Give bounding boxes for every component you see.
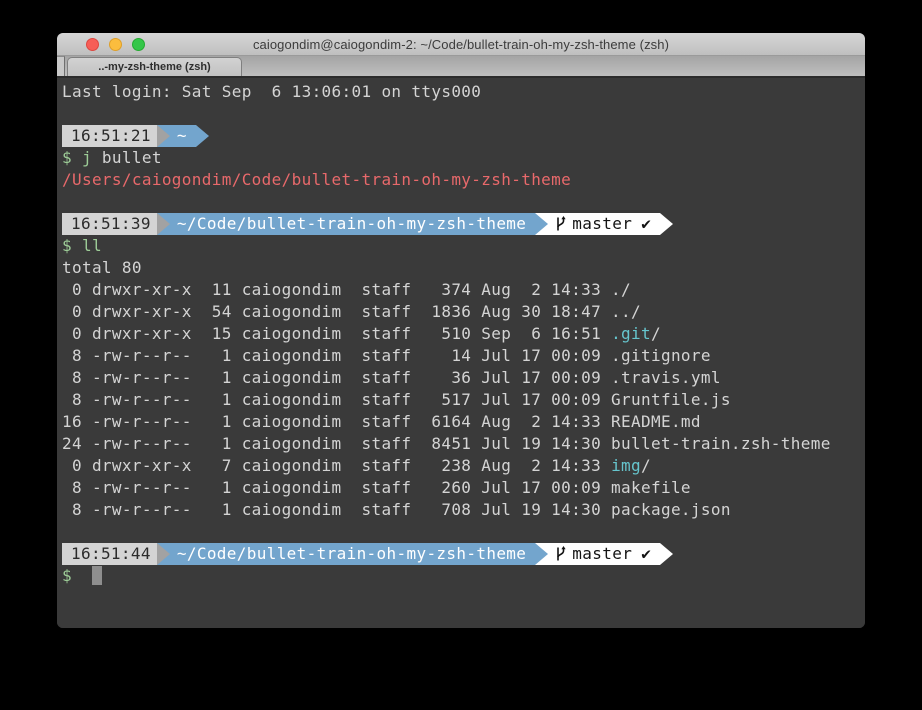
- terminal-text: ll: [82, 236, 102, 255]
- prompt-line: 16:51:44 ~/Code/bullet-train-oh-my-zsh-th…: [62, 543, 865, 565]
- prompt-time-segment: 16:51:21: [62, 125, 157, 147]
- tab-bar: ..-my-zsh-theme (zsh): [57, 56, 865, 78]
- powerline-separator-icon: [660, 213, 673, 235]
- terminal-line: [62, 191, 865, 213]
- zoom-button[interactable]: [132, 38, 145, 51]
- terminal-line: $ ll: [62, 235, 865, 257]
- terminal-text: 8 -rw-r--r-- 1 caiogondim staff 36 Jul 1…: [62, 368, 721, 387]
- prompt-line: 16:51:39 ~/Code/bullet-train-oh-my-zsh-th…: [62, 213, 865, 235]
- prompt-path-segment: ~: [170, 125, 196, 147]
- terminal-line: [62, 103, 865, 125]
- git-clean-check-icon: ✔: [641, 543, 651, 565]
- terminal-text: j: [82, 148, 92, 167]
- terminal-line: Last login: Sat Sep 6 13:06:01 on ttys00…: [62, 81, 865, 103]
- powerline-separator-icon: [535, 213, 548, 235]
- terminal-text: $: [62, 236, 72, 255]
- terminal-line: 8 -rw-r--r-- 1 caiogondim staff 260 Jul …: [62, 477, 865, 499]
- terminal-screen[interactable]: Last login: Sat Sep 6 13:06:01 on ttys00…: [57, 78, 865, 628]
- window-title: caiogondim@caiogondim-2: ~/Code/bullet-t…: [253, 37, 669, 52]
- terminal-text: 8 -rw-r--r-- 1 caiogondim staff 260 Jul …: [62, 478, 691, 497]
- terminal-line: 0 drwxr-xr-x 54 caiogondim staff 1836 Au…: [62, 301, 865, 323]
- terminal-text: Last login: Sat Sep 6 13:06:01 on ttys00…: [62, 82, 481, 101]
- terminal-text: 0 drwxr-xr-x 11 caiogondim staff 374 Aug…: [62, 280, 631, 299]
- terminal-line: 24 -rw-r--r-- 1 caiogondim staff 8451 Ju…: [62, 433, 865, 455]
- prompt-git-segment: master ✔: [548, 543, 660, 565]
- terminal-window: caiogondim@caiogondim-2: ~/Code/bullet-t…: [57, 33, 865, 628]
- terminal-line: 8 -rw-r--r-- 1 caiogondim staff 708 Jul …: [62, 499, 865, 521]
- terminal-line: 8 -rw-r--r-- 1 caiogondim staff 14 Jul 1…: [62, 345, 865, 367]
- terminal-text: 16 -rw-r--r-- 1 caiogondim staff 6164 Au…: [62, 412, 701, 431]
- terminal-line: 16 -rw-r--r-- 1 caiogondim staff 6164 Au…: [62, 411, 865, 433]
- terminal-text: /: [641, 456, 651, 475]
- tab-terminal[interactable]: ..-my-zsh-theme (zsh): [67, 57, 242, 76]
- git-branch-icon: [555, 546, 566, 562]
- terminal-text: $: [62, 148, 72, 167]
- close-button[interactable]: [86, 38, 99, 51]
- prompt-path-segment: ~/Code/bullet-train-oh-my-zsh-theme: [170, 213, 535, 235]
- terminal-line: [62, 521, 865, 543]
- terminal-text: 0 drwxr-xr-x 7 caiogondim staff 238 Aug …: [62, 456, 611, 475]
- prompt-time-segment: 16:51:39: [62, 213, 157, 235]
- powerline-separator-icon: [157, 125, 170, 147]
- terminal-line: 0 drwxr-xr-x 7 caiogondim staff 238 Aug …: [62, 455, 865, 477]
- terminal-line: 0 drwxr-xr-x 15 caiogondim staff 510 Sep…: [62, 323, 865, 345]
- prompt-time-segment: 16:51:44: [62, 543, 157, 565]
- terminal-text: $: [62, 566, 72, 585]
- terminal-text: 8 -rw-r--r-- 1 caiogondim staff 14 Jul 1…: [62, 346, 711, 365]
- terminal-cursor: [92, 566, 102, 585]
- tab-bar-edge: [57, 56, 65, 76]
- powerline-separator-icon: [157, 543, 170, 565]
- tab-label: ..-my-zsh-theme (zsh): [98, 61, 210, 73]
- terminal-text: 0 drwxr-xr-x 15 caiogondim staff 510 Sep…: [62, 324, 611, 343]
- git-branch-name: master: [572, 543, 632, 565]
- traffic-lights: [86, 38, 145, 51]
- terminal-text: [72, 236, 82, 255]
- terminal-text: bullet: [92, 148, 162, 167]
- terminal-line: total 80: [62, 257, 865, 279]
- terminal-text: 8 -rw-r--r-- 1 caiogondim staff 708 Jul …: [62, 500, 731, 519]
- terminal-text: /: [651, 324, 661, 343]
- prompt-path-segment: ~/Code/bullet-train-oh-my-zsh-theme: [170, 543, 535, 565]
- terminal-text: total 80: [62, 258, 142, 277]
- powerline-separator-icon: [196, 125, 209, 147]
- terminal-line: /Users/caiogondim/Code/bullet-train-oh-m…: [62, 169, 865, 191]
- terminal-line: 8 -rw-r--r-- 1 caiogondim staff 36 Jul 1…: [62, 367, 865, 389]
- powerline-separator-icon: [535, 543, 548, 565]
- title-bar: caiogondim@caiogondim-2: ~/Code/bullet-t…: [57, 33, 865, 56]
- terminal-text: /Users/caiogondim/Code/bullet-train-oh-m…: [62, 170, 571, 189]
- git-branch-icon: [555, 216, 566, 232]
- git-branch-name: master: [572, 213, 632, 235]
- terminal-text: .git: [611, 324, 651, 343]
- powerline-separator-icon: [157, 213, 170, 235]
- git-clean-check-icon: ✔: [641, 213, 651, 235]
- prompt-line: 16:51:21 ~: [62, 125, 865, 147]
- terminal-text: [72, 148, 82, 167]
- minimize-button[interactable]: [109, 38, 122, 51]
- terminal-line: 0 drwxr-xr-x 11 caiogondim staff 374 Aug…: [62, 279, 865, 301]
- desktop: { "window": { "title": "caiogondim@caiog…: [0, 0, 922, 710]
- terminal-text: img: [611, 456, 641, 475]
- terminal-text: [72, 566, 82, 585]
- terminal-text: 8 -rw-r--r-- 1 caiogondim staff 517 Jul …: [62, 390, 731, 409]
- terminal-text: 24 -rw-r--r-- 1 caiogondim staff 8451 Ju…: [62, 434, 831, 453]
- terminal-text: 0 drwxr-xr-x 54 caiogondim staff 1836 Au…: [62, 302, 641, 321]
- terminal-line: $: [62, 565, 865, 587]
- terminal-line: $ j bullet: [62, 147, 865, 169]
- powerline-separator-icon: [660, 543, 673, 565]
- prompt-git-segment: master ✔: [548, 213, 660, 235]
- terminal-line: 8 -rw-r--r-- 1 caiogondim staff 517 Jul …: [62, 389, 865, 411]
